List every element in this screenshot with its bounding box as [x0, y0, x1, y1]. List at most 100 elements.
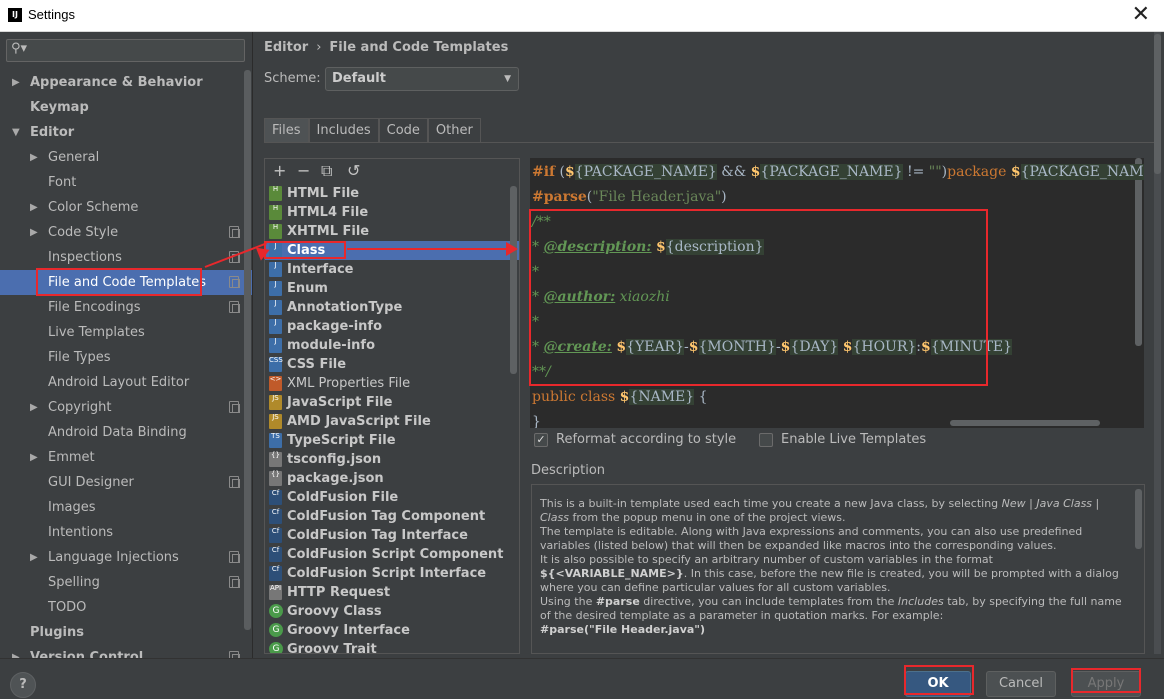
template-item-html4-file[interactable]: H HTML4 File — [265, 203, 519, 222]
sidebar-item-file-encodings[interactable]: File Encodings — [0, 295, 252, 320]
close-icon[interactable]: ✕ — [1132, 3, 1150, 27]
code-token: {NAME} — [629, 389, 695, 405]
breadcrumb-parent[interactable]: Editor — [264, 40, 308, 55]
template-item-xhtml-file[interactable]: H XHTML File — [265, 222, 519, 241]
sidebar-item-intentions[interactable]: Intentions — [0, 520, 252, 545]
chevron-right-icon[interactable]: ▶ — [12, 70, 20, 95]
sidebar-item-language-injections[interactable]: ▶ Language Injections — [0, 545, 252, 570]
chevron-down-icon[interactable]: ▼ — [12, 120, 20, 145]
copy-icon[interactable]: ⧉ — [321, 161, 332, 181]
reset-icon[interactable]: ↺ — [347, 161, 360, 180]
sidebar-item-editor[interactable]: ▼ Editor — [0, 120, 252, 145]
sidebar-item-gui-designer[interactable]: GUI Designer — [0, 470, 252, 495]
template-item-groovy-interface[interactable]: G Groovy Interface — [265, 621, 519, 640]
ok-button[interactable]: OK — [905, 671, 971, 697]
editor-horizontal-scrollbar[interactable] — [950, 420, 1100, 426]
chevron-right-icon[interactable]: ▶ — [30, 395, 38, 420]
template-name: tsconfig.json — [287, 452, 382, 467]
sidebar-item-file-and-code-templates[interactable]: File and Code Templates — [0, 270, 252, 295]
template-item-package-info[interactable]: Jpackage-info — [265, 317, 519, 336]
tab-files[interactable]: Files — [264, 118, 309, 142]
sidebar-item-inspections[interactable]: Inspections — [0, 245, 252, 270]
reformat-checkbox[interactable]: ✓ — [534, 433, 548, 447]
template-item-annotationtype[interactable]: J AnnotationType — [265, 298, 519, 317]
sidebar-scrollbar[interactable] — [244, 70, 251, 630]
tab-other[interactable]: Other — [427, 118, 481, 142]
template-item-tsconfig-json[interactable]: {} tsconfig.json — [265, 450, 519, 469]
sidebar-item-color-scheme[interactable]: ▶ Color Scheme — [0, 195, 252, 220]
editor-vertical-scrollbar[interactable] — [1135, 158, 1142, 346]
chevron-right-icon[interactable]: ▶ — [30, 220, 38, 245]
tab-code[interactable]: Code — [378, 118, 428, 142]
template-name: ColdFusion Tag Interface — [287, 528, 468, 543]
project-scope-icon — [229, 401, 240, 413]
template-item-interface[interactable]: J Interface — [265, 260, 519, 279]
live-templates-label[interactable]: Enable Live Templates — [781, 432, 926, 448]
add-icon[interactable]: + — [273, 161, 286, 180]
scheme-dropdown[interactable]: Default ▼ — [325, 67, 519, 91]
sidebar-item-keymap[interactable]: Keymap — [0, 95, 252, 120]
code-token: * — [532, 314, 539, 330]
template-item-typescript-file[interactable]: TS TypeScript File — [265, 431, 519, 450]
sidebar-item-images[interactable]: Images — [0, 495, 252, 520]
search-input[interactable] — [31, 42, 236, 59]
live-templates-checkbox[interactable] — [759, 433, 773, 447]
reformat-label[interactable]: Reformat according to style — [556, 432, 736, 448]
tab-includes[interactable]: Includes — [308, 118, 379, 142]
sidebar-item-todo[interactable]: TODO — [0, 595, 252, 620]
templates-toolbar: + − ⧉ ↺ — [265, 159, 519, 184]
sidebar-item-copyright[interactable]: ▶ Copyright — [0, 395, 252, 420]
cancel-button[interactable]: Cancel — [986, 671, 1056, 697]
help-button[interactable]: ? — [10, 672, 36, 698]
chevron-right-icon[interactable]: ▶ — [30, 195, 38, 220]
settings-search[interactable]: ⚲▾ — [6, 39, 245, 62]
chevron-right-icon[interactable]: ▶ — [30, 145, 38, 170]
remove-icon[interactable]: − — [297, 161, 310, 180]
sidebar-item-emmet[interactable]: ▶ Emmet — [0, 445, 252, 470]
description-scrollbar[interactable] — [1135, 489, 1142, 549]
template-item-enum[interactable]: J Enum — [265, 279, 519, 298]
content-scrollbar[interactable] — [1154, 32, 1161, 654]
sidebar-item-file-types[interactable]: File Types — [0, 345, 252, 370]
template-item-class[interactable]: J Class — [265, 241, 519, 260]
chevron-right-icon[interactable]: ▶ — [12, 645, 20, 658]
file-type-icon: JS — [269, 414, 282, 429]
sidebar-item-android-data-binding[interactable]: Android Data Binding — [0, 420, 252, 445]
template-item-groovy-class[interactable]: G Groovy Class — [265, 602, 519, 621]
code-token: #if — [532, 164, 556, 180]
sidebar-item-label: Language Injections — [48, 550, 179, 565]
file-type-icon: <> — [269, 376, 282, 391]
template-item-http-request[interactable]: API HTTP Request — [265, 583, 519, 602]
sidebar-item-general[interactable]: ▶ General — [0, 145, 252, 170]
template-item-javascript-file[interactable]: JS JavaScript File — [265, 393, 519, 412]
template-item-groovy-trait[interactable]: G Groovy Trait — [265, 640, 519, 653]
description-paragraph-3: It is also possible to specify an arbitr… — [540, 553, 1119, 594]
template-item-xml-properties-file[interactable]: <> XML Properties File — [265, 374, 519, 393]
apply-button[interactable]: Apply — [1071, 671, 1141, 697]
sidebar-item-appearance-behavior[interactable]: ▶ Appearance & Behavior — [0, 70, 252, 95]
code-token: * — [532, 239, 544, 255]
template-name: AnnotationType — [287, 300, 403, 315]
template-item-package-json[interactable]: {} package.json — [265, 469, 519, 488]
template-item-coldfusion-tag-interface[interactable]: Cf ColdFusion Tag Interface — [265, 526, 519, 545]
template-editor[interactable]: #if (${PACKAGE_NAME} && ${PACKAGE_NAME} … — [530, 158, 1144, 428]
sidebar-item-live-templates[interactable]: Live Templates — [0, 320, 252, 345]
sidebar-item-code-style[interactable]: ▶ Code Style — [0, 220, 252, 245]
template-item-amd-javascript-file[interactable]: JS AMD JavaScript File — [265, 412, 519, 431]
chevron-right-icon[interactable]: ▶ — [30, 445, 38, 470]
template-item-module-info[interactable]: Jmodule-info — [265, 336, 519, 355]
sidebar-item-version-control[interactable]: ▶ Version Control — [0, 645, 252, 658]
chevron-right-icon[interactable]: ▶ — [30, 545, 38, 570]
sidebar-item-plugins[interactable]: Plugins — [0, 620, 252, 645]
sidebar-item-android-layout-editor[interactable]: Android Layout Editor — [0, 370, 252, 395]
templates-scrollbar[interactable] — [510, 186, 517, 374]
content-scrollbar-thumb[interactable] — [1154, 34, 1161, 174]
sidebar-item-font[interactable]: Font — [0, 170, 252, 195]
template-item-css-file[interactable]: CSS CSS File — [265, 355, 519, 374]
template-item-coldfusion-tag-component[interactable]: Cf ColdFusion Tag Component — [265, 507, 519, 526]
sidebar-item-spelling[interactable]: Spelling — [0, 570, 252, 595]
template-item-coldfusion-script-interface[interactable]: Cf ColdFusion Script Interface — [265, 564, 519, 583]
template-item-coldfusion-script-component[interactable]: Cf ColdFusion Script Component — [265, 545, 519, 564]
template-item-coldfusion-file[interactable]: Cf ColdFusion File — [265, 488, 519, 507]
template-item-html-file[interactable]: H HTML File — [265, 184, 519, 203]
